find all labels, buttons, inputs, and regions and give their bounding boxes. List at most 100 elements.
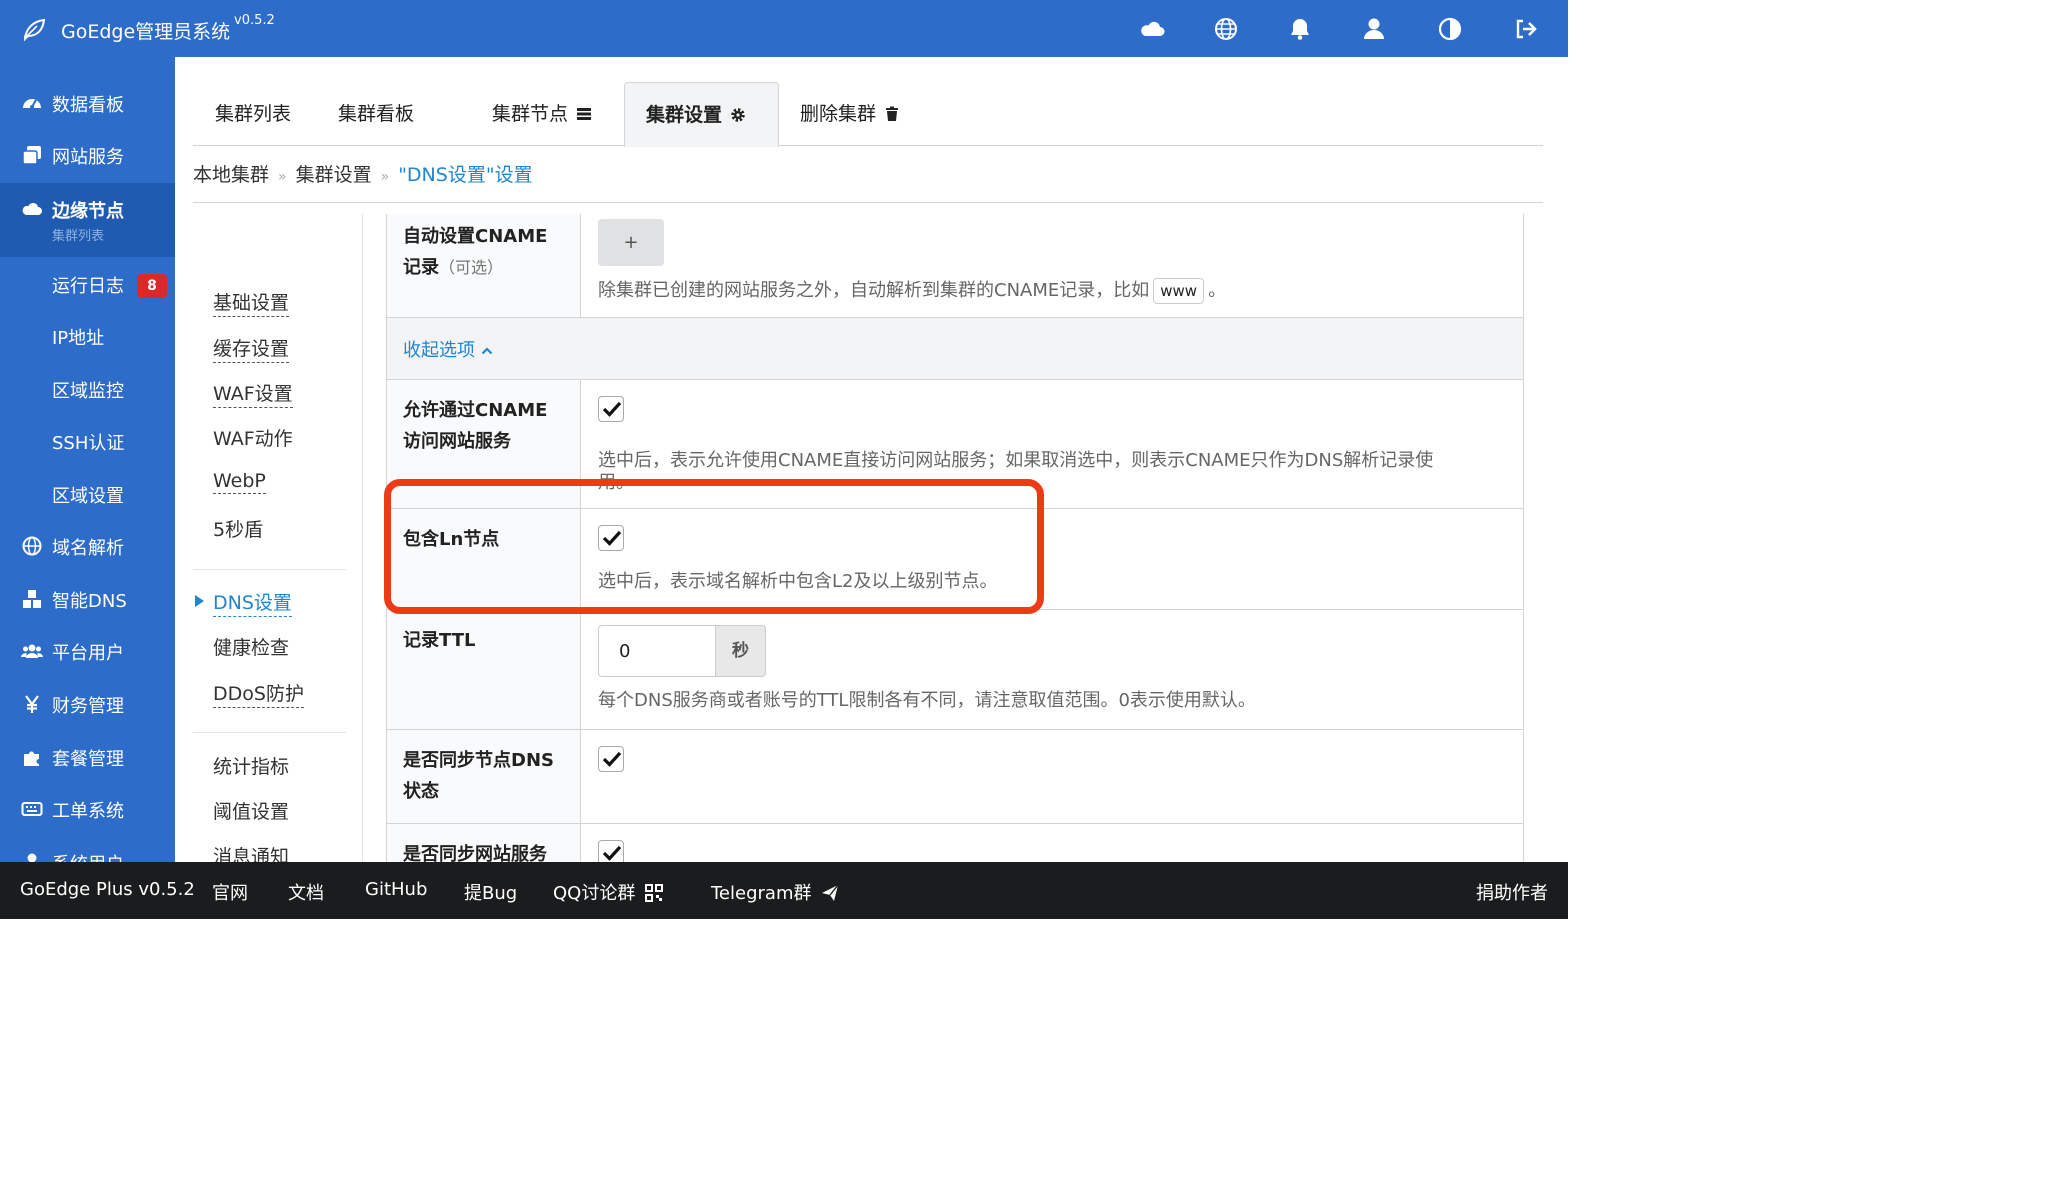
value-cell: + 除集群已创建的网站服务之外，自动解析到集群的CNAME记录，比如 www。 bbox=[582, 214, 1523, 317]
sidebar-item-label: 域名解析 bbox=[52, 538, 124, 559]
label-cell: 包含Ln节点 bbox=[387, 509, 581, 609]
dns-settings-table: 自动设置CNAME 记录（可选） + 除集群已创建的网站服务之外，自动解析到集群的… bbox=[386, 214, 1524, 862]
desc-text: 选中后，表示允许使用CNAME直接访问网站服务；如果取消选中，则表示CNAME只… bbox=[598, 450, 1434, 471]
add-cname-button[interactable]: + bbox=[598, 219, 664, 266]
sidebar-item-plans[interactable]: 套餐管理 bbox=[0, 731, 175, 783]
footer-github[interactable]: GitHub bbox=[365, 879, 427, 900]
footer-official-site[interactable]: 官网 bbox=[212, 879, 248, 905]
label-cell: 自动设置CNAME 记录（可选） bbox=[387, 214, 581, 317]
tab-label: 删除集群 bbox=[800, 103, 877, 125]
globe-icon[interactable] bbox=[1213, 16, 1239, 42]
value-cell: 选中后，表示允许使用CNAME直接访问网站服务；如果取消选中，则表示CNAME只… bbox=[582, 380, 1523, 508]
sidebar-item-region-monitor[interactable]: 区域监控 bbox=[0, 363, 175, 415]
collapse-row: 收起选项 bbox=[387, 318, 1523, 380]
tab-cluster-settings[interactable]: 集群设置 bbox=[624, 82, 779, 147]
optional-tag: （可选） bbox=[439, 258, 504, 277]
sidebar-item-sublabel[interactable]: 集群列表 bbox=[52, 225, 104, 244]
bell-icon[interactable] bbox=[1287, 16, 1313, 42]
sidebar-item-logs[interactable]: 运行日志 8 bbox=[0, 258, 175, 310]
dashboard-icon bbox=[21, 92, 43, 114]
collapse-options-link[interactable]: 收起选项 bbox=[403, 336, 493, 362]
tab-delete-cluster[interactable]: 删除集群 bbox=[800, 82, 900, 146]
sidebar-item-dns[interactable]: 域名解析 bbox=[0, 520, 175, 572]
allow-cname-checkbox[interactable] bbox=[598, 396, 624, 422]
sidebar-item-ssh[interactable]: SSH认证 bbox=[0, 415, 175, 467]
sidebar-item-finance[interactable]: 财务管理 bbox=[0, 678, 175, 730]
app-title[interactable]: GoEdge管理员系统 bbox=[61, 17, 230, 44]
ttl-input[interactable] bbox=[598, 625, 715, 677]
submenu-cache[interactable]: 缓存设置 bbox=[213, 334, 290, 363]
breadcrumb-local-cluster[interactable]: 本地集群 bbox=[193, 164, 269, 186]
sidebar-item-platform-users[interactable]: 平台用户 bbox=[0, 625, 175, 677]
submenu-5s-shield[interactable]: 5秒盾 bbox=[213, 515, 263, 542]
submenu-ddos[interactable]: DDoS防护 bbox=[213, 679, 304, 708]
sidebar-item-tickets[interactable]: 工单系统 bbox=[0, 783, 175, 835]
app-version: v0.5.2 bbox=[234, 13, 275, 28]
footer-qq-group[interactable]: QQ讨论群 bbox=[553, 879, 664, 905]
sidebar-item-label: 财务管理 bbox=[52, 696, 124, 717]
submenu-webp[interactable]: WebP bbox=[213, 470, 266, 494]
main-content: 集群列表 集群看板 集群节点 集群设置 删除集群 本地集群 » 集群设置 » "DNS设… bbox=[175, 57, 1568, 898]
include-ln-checkbox[interactable] bbox=[598, 525, 624, 551]
field-description: 选中后，表示允许使用CNAME直接访问网站服务；如果取消选中，则表示CNAME只… bbox=[598, 450, 1433, 494]
field-label: 包含Ln节点 bbox=[403, 529, 500, 550]
label-text: 状态 bbox=[403, 781, 439, 802]
sidebar-item-label: 网站服务 bbox=[52, 147, 124, 168]
field-description: 每个DNS服务商或者账号的TTL限制各有不同，请注意取值范围。0表示使用默认。 bbox=[598, 690, 1256, 711]
sidebar-item-label: 智能DNS bbox=[52, 591, 127, 612]
field-label: 记录TTL bbox=[403, 630, 476, 651]
submenu-waf-actions[interactable]: WAF动作 bbox=[213, 424, 293, 451]
tab-cluster-board[interactable]: 集群看板 bbox=[338, 82, 414, 146]
keyboard-icon bbox=[21, 798, 43, 820]
top-bar: GoEdge管理员系统 v0.5.2 bbox=[0, 0, 1568, 57]
submenu-waf[interactable]: WAF设置 bbox=[213, 379, 293, 408]
tab-cluster-nodes[interactable]: 集群节点 bbox=[492, 82, 592, 146]
sidebar-item-system-users[interactable]: 系统用户 bbox=[0, 836, 175, 862]
sidebar-item-label: 套餐管理 bbox=[52, 749, 124, 770]
yen-icon bbox=[21, 693, 43, 715]
footer-telegram-group[interactable]: Telegram群 bbox=[711, 879, 840, 905]
label-cell: 允许通过CNAME 访问网站服务 bbox=[387, 380, 581, 508]
submenu-metrics[interactable]: 统计指标 bbox=[213, 752, 289, 779]
footer-docs[interactable]: 文档 bbox=[288, 879, 324, 905]
footer-label: QQ讨论群 bbox=[553, 883, 636, 904]
sidebar-item-websites[interactable]: 网站服务 bbox=[0, 129, 175, 181]
submenu-health-check[interactable]: 健康检查 bbox=[213, 633, 289, 660]
desc-text: 用。 bbox=[598, 472, 634, 493]
sidebar-item-region-settings[interactable]: 区域设置 bbox=[0, 468, 175, 520]
divider bbox=[193, 202, 1543, 203]
sidebar-item-edge-nodes[interactable]: 边缘节点 集群列表 bbox=[0, 183, 175, 257]
footer-product[interactable]: GoEdge Plus v0.5.2 bbox=[20, 879, 195, 900]
submenu-dns[interactable]: DNS设置 bbox=[213, 588, 292, 617]
sidebar-item-ip[interactable]: IP地址 bbox=[0, 310, 175, 362]
sidebar-item-smart-dns[interactable]: 智能DNS bbox=[0, 573, 175, 625]
breadcrumb: 本地集群 » 集群设置 » "DNS设置"设置 bbox=[193, 160, 533, 187]
field-label: 是否同步网站服务 bbox=[403, 844, 547, 862]
sidebar-item-label: 边缘节点 bbox=[52, 201, 124, 222]
label-cell: 记录TTL bbox=[387, 610, 581, 729]
sidebar-item-label: 系统用户 bbox=[52, 850, 124, 862]
submenu-divider bbox=[193, 732, 346, 733]
label-cell: 是否同步网站服务 bbox=[387, 824, 581, 862]
breadcrumb-separator: » bbox=[380, 169, 390, 185]
user-icon[interactable] bbox=[1361, 16, 1387, 42]
active-caret-icon bbox=[195, 595, 204, 607]
cloud-icon[interactable] bbox=[1139, 16, 1165, 42]
sidebar-item-dashboard[interactable]: 数据看板 bbox=[0, 77, 175, 129]
tab-cluster-list[interactable]: 集群列表 bbox=[215, 82, 291, 146]
submenu-thresholds[interactable]: 阈值设置 bbox=[213, 797, 289, 824]
sync-site-checkbox[interactable] bbox=[598, 840, 624, 862]
value-cell bbox=[582, 730, 1523, 823]
sync-node-dns-checkbox[interactable] bbox=[598, 746, 624, 772]
logout-icon[interactable] bbox=[1513, 16, 1539, 42]
footer-report-bug[interactable]: 提Bug bbox=[464, 879, 517, 905]
cloud-icon bbox=[21, 198, 43, 220]
footer-donate[interactable]: 捐助作者 bbox=[1476, 879, 1548, 905]
value-cell: 选中后，表示域名解析中包含L2及以上级别节点。 bbox=[582, 509, 1523, 609]
theme-toggle-icon[interactable] bbox=[1437, 16, 1463, 42]
submenu-basic[interactable]: 基础设置 bbox=[213, 288, 290, 317]
sidebar-item-label: 区域监控 bbox=[52, 381, 124, 402]
auto-cname-row: 自动设置CNAME 记录（可选） + 除集群已创建的网站服务之外，自动解析到集群的… bbox=[387, 214, 1523, 318]
tab-label: 集群设置 bbox=[646, 104, 723, 126]
breadcrumb-cluster-settings[interactable]: 集群设置 bbox=[296, 164, 372, 186]
